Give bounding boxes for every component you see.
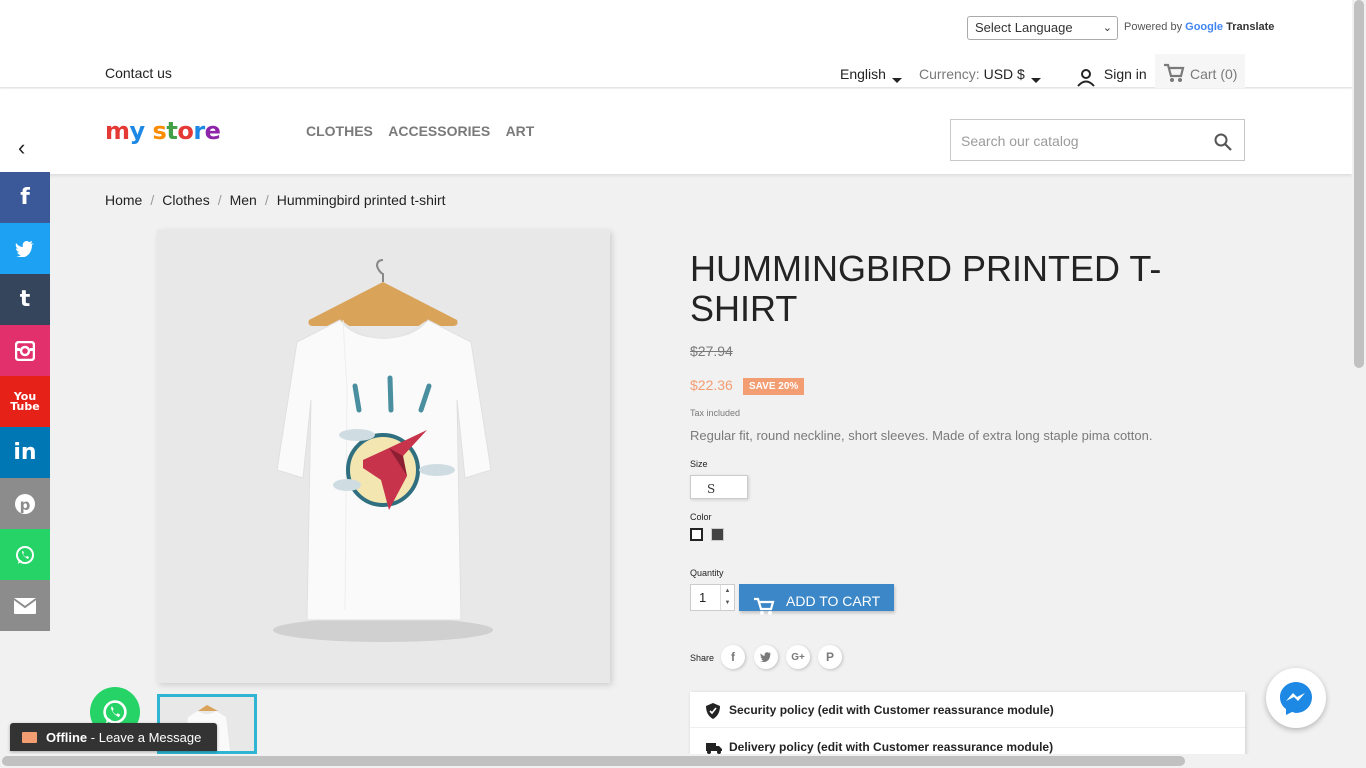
youtube-icon[interactable]: You Tube (0, 376, 50, 427)
horizontal-scrollbar[interactable] (0, 754, 1352, 768)
email-icon[interactable] (0, 580, 50, 631)
pinterest-icon[interactable]: p (0, 478, 50, 529)
cart-icon (754, 597, 775, 615)
messenger-icon (1280, 682, 1312, 715)
menu-item-art[interactable]: ART (506, 123, 535, 139)
share-label: Share (690, 653, 715, 663)
share-pinterest-icon[interactable]: P (818, 645, 842, 669)
powered-by-google[interactable]: Powered by Google Translate (1124, 21, 1274, 33)
decrement-icon[interactable]: ▼ (721, 597, 734, 609)
current-price: $22.36 (690, 377, 733, 393)
size-label: Size (690, 459, 708, 469)
cart-button[interactable]: Cart (0) (1155, 54, 1245, 88)
reassurance-item: Security policy (edit with Customer reas… (690, 692, 1245, 728)
quantity-stepper[interactable]: 1 ▲ ▼ (690, 584, 735, 611)
add-to-cart-button[interactable]: ADD TO CART (739, 584, 894, 615)
product-title: HUMMINGBIRD PRINTED T-SHIRT (690, 248, 1162, 329)
caret-down-icon (1030, 78, 1041, 83)
search-icon[interactable] (1214, 133, 1232, 151)
size-select[interactable]: S (690, 475, 748, 499)
tax-label: Tax included (690, 408, 741, 418)
user-icon (1077, 69, 1095, 87)
breadcrumb: Home / Clothes / Men / Hummingbird printed t-s… (105, 192, 446, 208)
discount-badge: SAVE 20% (743, 378, 805, 395)
quantity-label: Quantity (690, 568, 724, 578)
google-logo: Google (1185, 21, 1224, 33)
twitter-icon[interactable] (0, 223, 50, 274)
product-description: Regular fit, round neckline, short sleev… (690, 428, 1153, 443)
whatsapp-icon (103, 700, 127, 724)
breadcrumb-clothes[interactable]: Clothes (162, 192, 209, 208)
envelope-icon (22, 732, 37, 743)
quantity-value: 1 (699, 590, 707, 605)
share-google-plus-icon[interactable]: G+ (786, 645, 810, 669)
currency-dropdown[interactable]: Currency: USD $ (919, 66, 1041, 83)
store-logo[interactable]: my store (105, 117, 221, 145)
color-label: Color (690, 512, 712, 522)
top-header (0, 0, 1352, 88)
breadcrumb-men[interactable]: Men (230, 192, 257, 208)
top-menu: CLOTHES ACCESSORIES ART (306, 123, 546, 139)
share-facebook-icon[interactable]: f (721, 645, 745, 669)
menu-item-clothes[interactable]: CLOTHES (306, 123, 373, 139)
product-cover-image[interactable] (157, 230, 610, 683)
search-input[interactable]: Search our catalog (950, 119, 1245, 161)
tumblr-icon[interactable]: t (0, 274, 50, 325)
linkedin-icon[interactable]: in (0, 427, 50, 478)
color-swatch-white[interactable] (690, 528, 703, 541)
language-select-label: Select Language (975, 20, 1073, 35)
language-select[interactable]: Select Language ⌄ (967, 16, 1118, 40)
offline-chat-bar[interactable]: Offline - Leave a Message (10, 723, 217, 751)
share-twitter-icon[interactable] (754, 645, 778, 669)
facebook-icon[interactable]: f (0, 172, 50, 223)
language-dropdown[interactable]: English (840, 66, 902, 83)
caret-down-icon (891, 78, 902, 83)
breadcrumb-current: Hummingbird printed t-shirt (276, 192, 446, 208)
instagram-icon[interactable] (0, 325, 50, 376)
cart-icon (1164, 63, 1185, 82)
breadcrumb-home[interactable]: Home (105, 192, 142, 208)
chevron-left-icon[interactable]: ‹ (18, 135, 25, 161)
menu-item-accessories[interactable]: ACCESSORIES (388, 123, 490, 139)
contact-us-link[interactable]: Contact us (105, 65, 172, 81)
regular-price: $27.94 (690, 343, 733, 359)
increment-icon[interactable]: ▲ (721, 585, 734, 597)
svg-text:p: p (20, 496, 31, 514)
truck-icon (706, 743, 722, 754)
shield-check-icon (706, 703, 720, 719)
whatsapp-icon[interactable] (0, 529, 50, 580)
social-share-sidebar: f t You Tube in p (0, 172, 50, 631)
messenger-chat-button[interactable] (1266, 668, 1326, 728)
vertical-scrollbar[interactable] (1352, 0, 1366, 768)
sign-in-link[interactable]: Sign in (1076, 66, 1147, 87)
chevron-down-icon: ⌄ (1102, 22, 1112, 34)
color-swatch-gray[interactable] (711, 528, 724, 541)
